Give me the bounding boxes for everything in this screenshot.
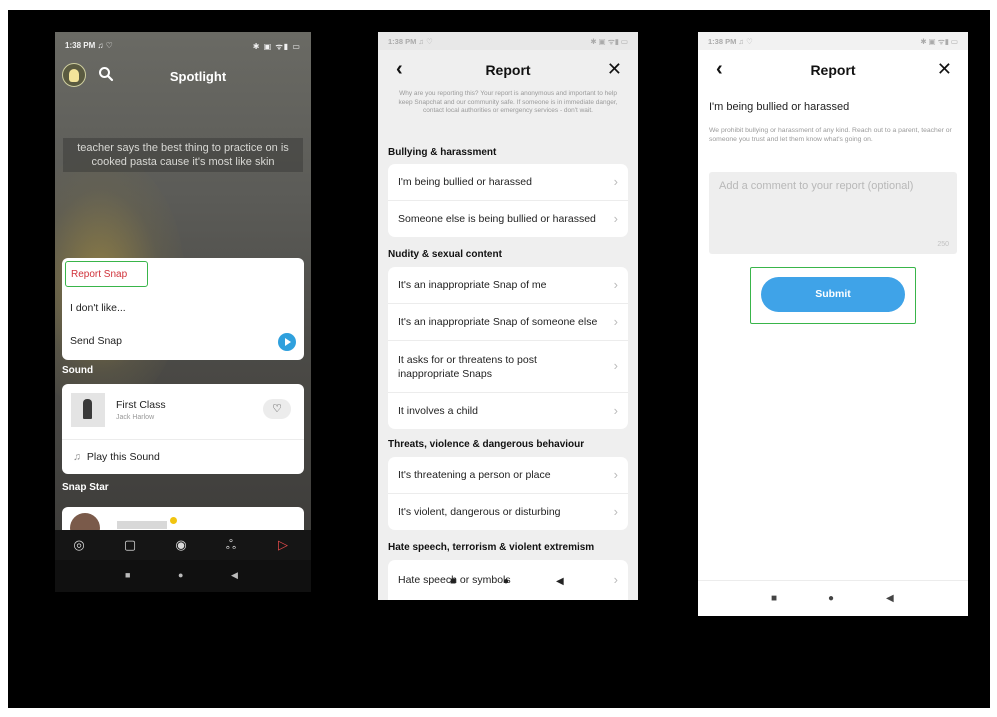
option-involves-child[interactable]: It involves a child › bbox=[388, 393, 628, 429]
report-snap-button[interactable]: Report Snap bbox=[65, 261, 148, 287]
report-header: ‹ Report ✕ bbox=[378, 56, 638, 86]
status-time: 1:38 PM ♫ ♡ bbox=[388, 37, 433, 46]
status-bar: 1:38 PM ♫ ♡ ✱ ▣ ᯤ▮ ▭ bbox=[698, 32, 968, 50]
track-artist: Jack Harlow bbox=[116, 414, 155, 421]
status-icons: ✱ ▣ ᯤ▮ ▭ bbox=[252, 42, 301, 51]
close-icon[interactable]: ✕ bbox=[937, 59, 952, 80]
recents-icon[interactable]: ■ bbox=[771, 593, 777, 604]
report-header: ‹ Report ✕ bbox=[698, 56, 968, 86]
status-time: 1:38 PM ♫ ♡ bbox=[708, 37, 753, 46]
snap-action-menu: Report Snap I don't like... Send Snap bbox=[62, 258, 304, 360]
submit-button[interactable]: Submit bbox=[761, 277, 905, 312]
close-icon[interactable]: ✕ bbox=[607, 59, 622, 80]
option-label: I'm being bullied or harassed bbox=[398, 176, 532, 188]
option-threatens-to-post[interactable]: It asks for or threatens to post inappro… bbox=[388, 341, 628, 392]
play-sound-button[interactable]: ♫ Play this Sound bbox=[73, 451, 160, 463]
option-label: It's an inappropriate Snap of me bbox=[398, 279, 547, 291]
back-icon[interactable]: ◀ bbox=[886, 593, 894, 604]
recents-icon[interactable]: ■ bbox=[450, 576, 456, 587]
send-arrow-icon[interactable] bbox=[278, 333, 296, 351]
music-note-icon: ♫ bbox=[73, 451, 81, 463]
submit-highlight: Submit bbox=[750, 267, 916, 324]
selected-reason: I'm being bullied or harassed bbox=[709, 101, 850, 113]
chevron-right-icon: › bbox=[613, 211, 618, 226]
home-icon[interactable]: ● bbox=[503, 576, 509, 587]
section-bullying: Bullying & harassment bbox=[388, 147, 497, 158]
chevron-right-icon: › bbox=[613, 277, 618, 292]
sound-section-title: Sound bbox=[62, 365, 94, 376]
home-icon[interactable]: ● bbox=[178, 570, 183, 580]
section-threats: Threats, violence & dangerous behaviour bbox=[388, 439, 585, 450]
report-reasons-screen: 1:38 PM ♫ ♡ ✱ ▣ ᯤ▮ ▭ ‹ Report ✕ Why are … bbox=[378, 32, 638, 600]
option-inappropriate-snap-of-me[interactable]: It's an inappropriate Snap of me › bbox=[388, 267, 628, 303]
chevron-right-icon: › bbox=[613, 403, 618, 418]
album-art bbox=[71, 393, 105, 427]
option-threatening-person[interactable]: It's threatening a person or place › bbox=[388, 457, 628, 493]
section-nudity: Nudity & sexual content bbox=[388, 249, 502, 260]
divider bbox=[698, 580, 968, 581]
character-counter: 250 bbox=[937, 241, 949, 248]
sound-card: First Class Jack Harlow ♡ ♫ Play this Sou… bbox=[62, 384, 304, 474]
chat-tab-icon[interactable]: ▢ bbox=[121, 536, 139, 554]
video-caption: teacher says the best thing to practice … bbox=[63, 138, 303, 172]
page-title: Report bbox=[485, 62, 531, 78]
comment-placeholder: Add a comment to your report (optional) bbox=[719, 180, 914, 192]
dislike-button[interactable]: I don't like... bbox=[70, 302, 126, 314]
option-label: It's an inappropriate Snap of someone el… bbox=[398, 316, 598, 328]
page-title: Spotlight bbox=[169, 69, 227, 84]
page-title: Report bbox=[810, 62, 856, 78]
spotlight-header: Spotlight bbox=[55, 60, 311, 94]
comment-field[interactable]: Add a comment to your report (optional) … bbox=[709, 172, 957, 254]
status-time: 1:38 PM ♫ ♡ bbox=[65, 41, 113, 50]
favorite-heart-icon[interactable]: ♡ bbox=[263, 399, 291, 419]
back-icon[interactable]: ◀ bbox=[556, 576, 564, 587]
status-bar: 1:38 PM ♫ ♡ ✱ ▣ ᯤ▮ ▭ bbox=[65, 41, 301, 55]
bottom-tab-bar: ◎ ▢ ◉ ஃ ▷ bbox=[55, 530, 311, 560]
option-bullied-someone-else[interactable]: Someone else is being bullied or harasse… bbox=[388, 201, 628, 237]
option-violent-disturbing[interactable]: It's violent, dangerous or disturbing › bbox=[388, 494, 628, 530]
android-nav-bar: ■ ● ◀ bbox=[698, 590, 968, 612]
chevron-right-icon: › bbox=[613, 504, 618, 519]
spotlight-screen: 1:38 PM ♫ ♡ ✱ ▣ ᯤ▮ ▭ Spotlight teacher s… bbox=[55, 32, 311, 592]
stories-tab-icon[interactable]: ஃ bbox=[222, 536, 240, 554]
recents-icon[interactable]: ■ bbox=[125, 570, 130, 580]
play-sound-label: Play this Sound bbox=[86, 451, 160, 463]
map-tab-icon[interactable]: ◎ bbox=[70, 536, 88, 554]
option-inappropriate-snap-of-someone-else[interactable]: It's an inappropriate Snap of someone el… bbox=[388, 304, 628, 340]
android-nav-bar: ■ ● ◀ bbox=[55, 560, 311, 592]
option-label: It's violent, dangerous or disturbing bbox=[398, 506, 561, 518]
option-bullied-me[interactable]: I'm being bullied or harassed › bbox=[388, 164, 628, 200]
option-label: It's threatening a person or place bbox=[398, 469, 551, 481]
option-label: It involves a child bbox=[398, 405, 478, 417]
section-hate-speech: Hate speech, terrorism & violent extremi… bbox=[388, 542, 595, 553]
home-icon[interactable]: ● bbox=[828, 593, 834, 604]
option-label: Someone else is being bullied or harasse… bbox=[398, 213, 596, 225]
reason-description: We prohibit bullying or harassment of an… bbox=[709, 127, 952, 143]
creator-name-placeholder bbox=[117, 521, 167, 529]
camera-tab-icon[interactable]: ◉ bbox=[172, 536, 190, 554]
chevron-right-icon: › bbox=[613, 174, 618, 189]
status-icons: ✱ ▣ ᯤ▮ ▭ bbox=[590, 37, 628, 46]
report-detail-screen: 1:38 PM ♫ ♡ ✱ ▣ ᯤ▮ ▭ ‹ Report ✕ I'm bein… bbox=[698, 32, 968, 616]
spotlight-tab-icon[interactable]: ▷ bbox=[274, 536, 292, 554]
divider bbox=[62, 439, 304, 440]
chevron-right-icon: › bbox=[613, 357, 618, 373]
status-bar: 1:38 PM ♫ ♡ ✱ ▣ ᯤ▮ ▭ bbox=[378, 32, 638, 50]
option-label: It asks for or threatens to post inappro… bbox=[398, 353, 537, 380]
snap-star-section-title: Snap Star bbox=[62, 482, 109, 493]
send-snap-button[interactable]: Send Snap bbox=[70, 335, 122, 347]
snap-star-badge-icon bbox=[170, 517, 177, 524]
track-title[interactable]: First Class bbox=[116, 399, 166, 411]
chevron-right-icon: › bbox=[613, 467, 618, 482]
android-nav-bar: ■ ● ◀ bbox=[378, 572, 638, 594]
back-icon[interactable]: ◀ bbox=[231, 570, 238, 581]
chevron-right-icon: › bbox=[613, 314, 618, 329]
status-icons: ✱ ▣ ᯤ▮ ▭ bbox=[920, 37, 958, 46]
report-intro-text: Why are you reporting this? Your report … bbox=[398, 90, 618, 114]
